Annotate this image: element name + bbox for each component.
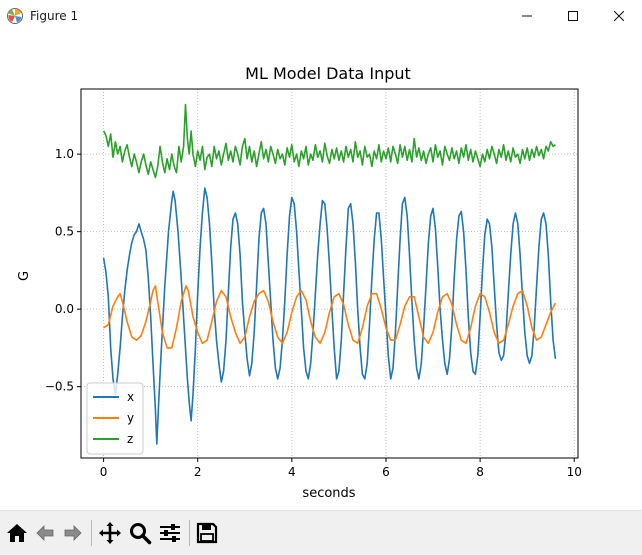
forward-icon <box>64 525 82 541</box>
y-axis-label: G <box>17 271 32 281</box>
legend-label-x: x <box>127 390 134 404</box>
y-tick-label: 0.5 <box>55 225 74 239</box>
x-tick-label: 4 <box>288 465 296 479</box>
toolbar-separator <box>189 520 190 546</box>
maximize-icon <box>568 11 578 21</box>
series-line-z <box>102 103 556 179</box>
configure-subplots-button[interactable] <box>157 520 183 546</box>
minimize-button[interactable] <box>504 0 550 32</box>
y-tick-label: −0.5 <box>45 380 74 394</box>
zoom-icon <box>130 523 152 545</box>
x-tick-label: 2 <box>194 465 202 479</box>
y-tick-label: 1.0 <box>55 147 74 161</box>
chart-title: ML Model Data Input <box>245 64 411 83</box>
navigation-toolbar <box>0 510 642 555</box>
matplotlib-logo-icon <box>7 8 23 24</box>
series-line-y <box>103 285 557 349</box>
x-tick-label: 6 <box>382 465 390 479</box>
configure-subplots-icon <box>160 524 180 542</box>
legend-label-z: z <box>127 432 133 446</box>
close-button[interactable] <box>596 0 642 32</box>
window-title: Figure 1 <box>30 9 79 23</box>
pan-icon <box>99 522 121 544</box>
close-icon <box>614 11 624 21</box>
x-axis-label: seconds <box>302 486 355 501</box>
save-button[interactable] <box>194 520 220 546</box>
y-tick-label: 0.0 <box>55 302 74 316</box>
title-bar: Figure 1 <box>0 0 642 32</box>
forward-button[interactable] <box>60 520 86 546</box>
x-tick-label: 8 <box>476 465 484 479</box>
x-tick-label: 10 <box>567 465 582 479</box>
line-chart: ML Model Data Input 0 2 4 6 8 10 −0.5 0.0 0.5 1.0… <box>17 64 582 501</box>
legend-label-y: y <box>127 411 134 425</box>
back-icon <box>36 525 54 541</box>
maximize-button[interactable] <box>550 0 596 32</box>
figure-canvas[interactable]: ML Model Data Input 0 2 4 6 8 10 −0.5 0.0 0.5 1.0… <box>0 32 642 510</box>
series-line-x <box>102 187 557 445</box>
legend: xyz <box>86 382 144 455</box>
home-icon <box>7 524 27 542</box>
minimize-icon <box>522 15 532 17</box>
zoom-button[interactable] <box>127 520 153 546</box>
toolbar-separator <box>91 520 92 546</box>
pan-button[interactable] <box>97 520 123 546</box>
x-tick-label: 0 <box>100 465 108 479</box>
back-button[interactable] <box>32 520 58 546</box>
save-icon <box>196 522 218 544</box>
plot-lines <box>102 103 557 445</box>
home-button[interactable] <box>4 520 30 546</box>
